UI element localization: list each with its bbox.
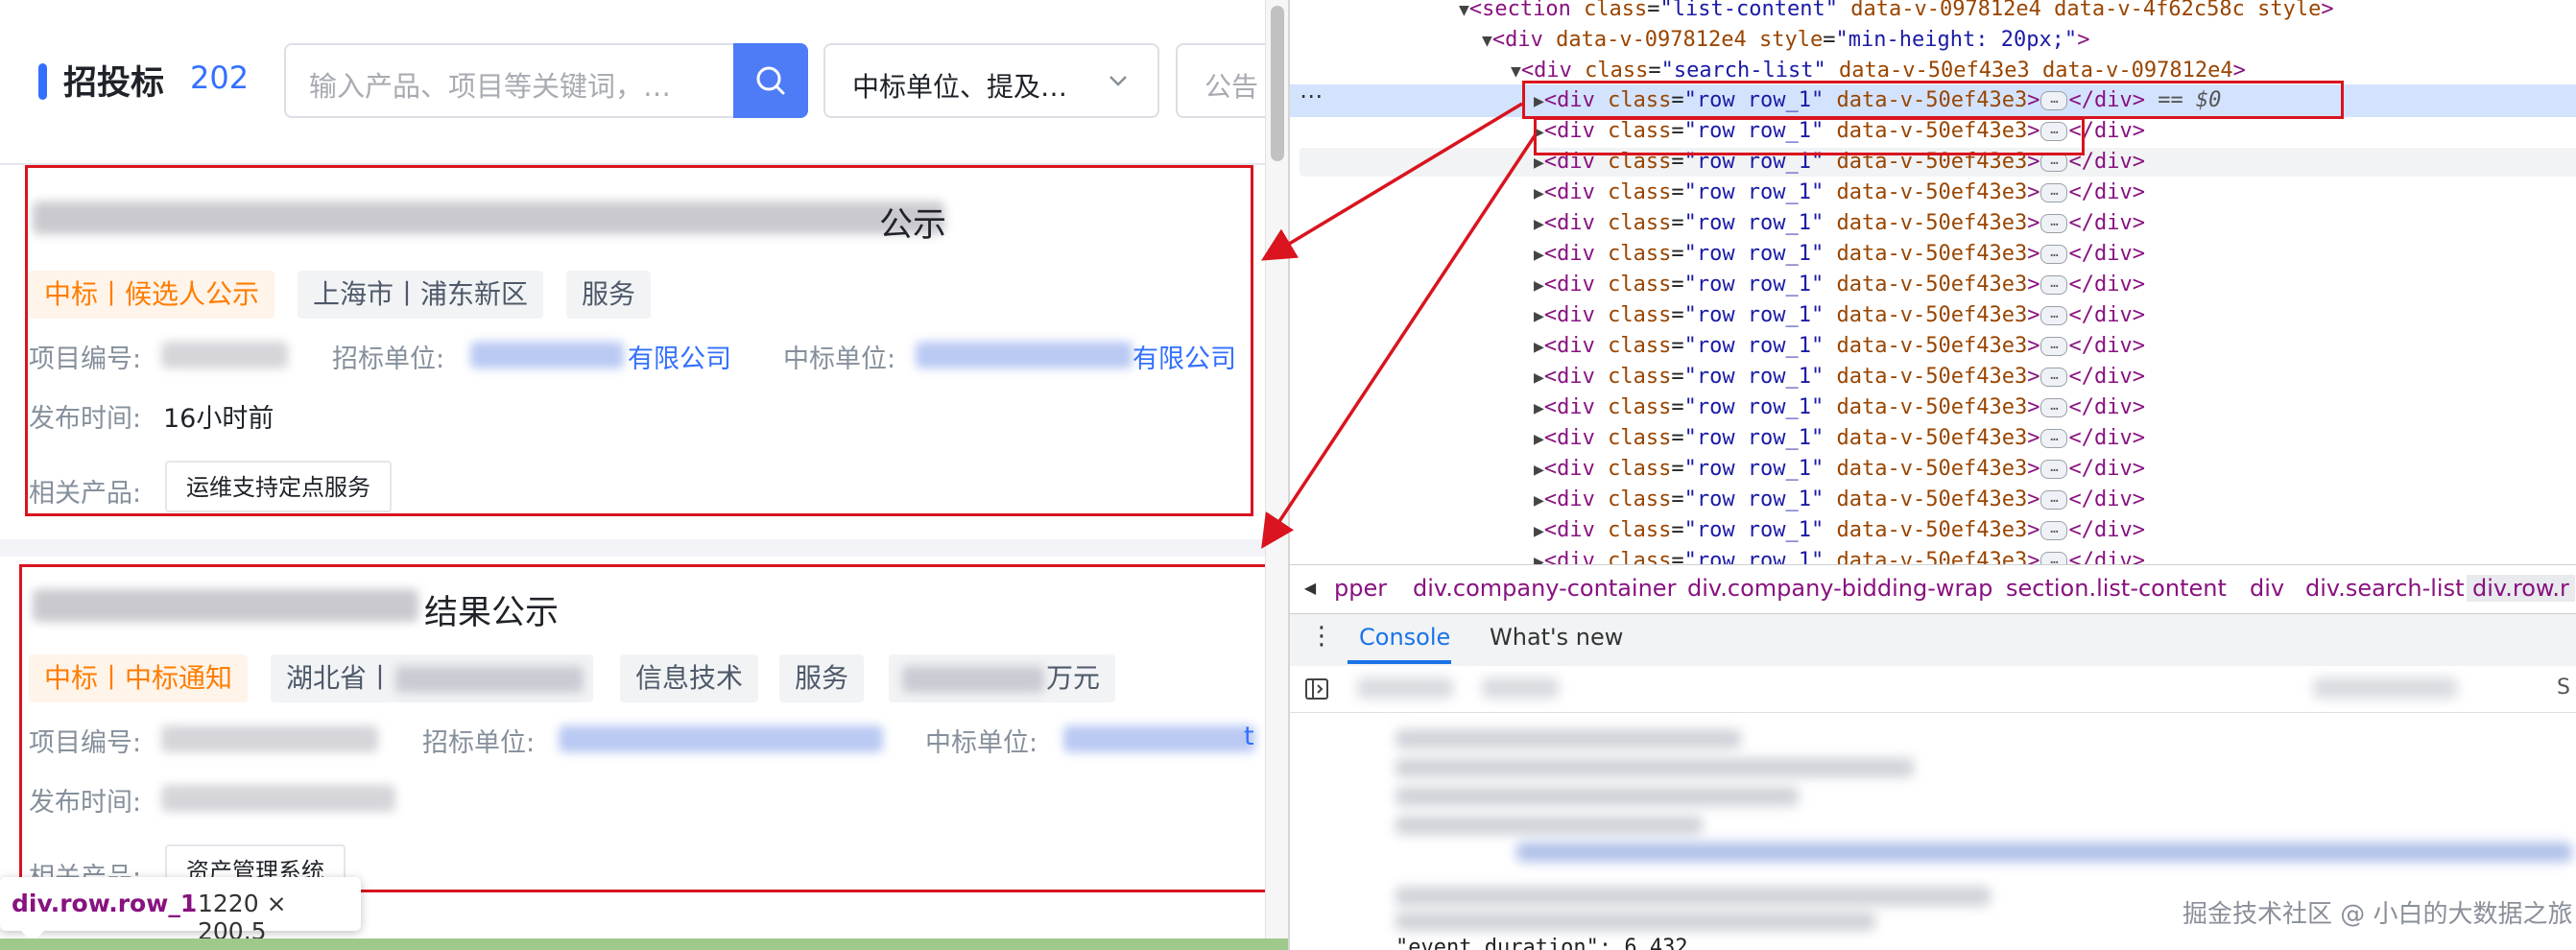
breadcrumb-scroll-left-icon[interactable]: ◀ bbox=[1298, 575, 1323, 602]
console-toolbar: S bbox=[1290, 666, 2576, 713]
redacted-console-filter bbox=[1357, 677, 1453, 699]
dom-node-row[interactable]: ▶<div class="row row_1" data-v-50ef43e3>… bbox=[1534, 392, 2145, 423]
dom-node-row[interactable]: ▶<div class="row row_1" data-v-50ef43e3>… bbox=[1534, 423, 2145, 454]
breadcrumb-item[interactable]: div bbox=[2250, 575, 2284, 602]
search-placeholder: 输入产品、项目等关键词，… bbox=[309, 70, 672, 103]
ellipsis-icon[interactable]: … bbox=[2040, 490, 2068, 510]
breadcrumb-item[interactable]: div.company-bidding-wrap bbox=[1687, 575, 1992, 602]
page-header: 招投标 202 输入产品、项目等关键词，… 中标单位、提及… 公告 bbox=[0, 0, 1265, 165]
ellipsis-icon[interactable]: … bbox=[2040, 214, 2068, 233]
page-bottom-strip bbox=[0, 938, 1288, 950]
redacted-console-level bbox=[2313, 677, 2457, 699]
dom-node-row[interactable]: ▶<div class="row row_1" data-v-50ef43e3>… bbox=[1534, 300, 2145, 331]
expand-triangle-icon[interactable]: ▼ bbox=[1459, 0, 1469, 20]
ellipsis-icon[interactable]: … bbox=[2040, 460, 2068, 479]
tooltip-selector: div.row.row_1 bbox=[12, 890, 198, 917]
more-options-icon[interactable]: ⋮ bbox=[1309, 622, 1334, 651]
search-input[interactable]: 输入产品、项目等关键词，… bbox=[284, 43, 733, 118]
console-settings-cut: S bbox=[2557, 676, 2570, 700]
dom-node-row[interactable]: ▶<div class="row row_1" data-v-50ef43e3>… bbox=[1534, 270, 2145, 300]
redacted-console-line bbox=[1395, 787, 1799, 806]
collapse-triangle-icon[interactable]: ▶ bbox=[1534, 214, 1544, 234]
ellipsis-icon[interactable]: … bbox=[2040, 153, 2068, 172]
chevron-down-icon bbox=[1109, 76, 1127, 86]
node-actions-icon[interactable]: ⋯ bbox=[1300, 83, 1323, 109]
expand-triangle-icon[interactable]: ▼ bbox=[1482, 31, 1492, 51]
filter-dropdown-value: 中标单位、提及… bbox=[852, 71, 1068, 103]
collapse-triangle-icon[interactable]: ▶ bbox=[1534, 398, 1544, 418]
tab-whats-new[interactable]: What's new bbox=[1490, 624, 1623, 651]
collapse-triangle-icon[interactable]: ▶ bbox=[1534, 460, 1544, 480]
breadcrumb-item[interactable]: pper bbox=[1334, 575, 1387, 602]
devtools-panel: ⋯ ▼<section class="list-content" data-v-… bbox=[1288, 0, 2576, 950]
breadcrumb-item[interactable]: div.company-container bbox=[1413, 575, 1676, 602]
annotation-box-card-2 bbox=[19, 564, 1271, 892]
ellipsis-icon[interactable]: … bbox=[2040, 337, 2068, 356]
redacted-console-line bbox=[1395, 729, 1741, 748]
ellipsis-icon[interactable]: … bbox=[2040, 429, 2068, 448]
notice-type-select-value: 公告 bbox=[1205, 71, 1259, 103]
redacted-console-filter bbox=[1482, 677, 1559, 699]
dom-node-section[interactable]: ▼<section class="list-content" data-v-09… bbox=[1459, 0, 2334, 25]
breadcrumb-item[interactable]: div.search-list bbox=[2305, 575, 2465, 602]
title-accent-bar bbox=[38, 63, 47, 100]
collapse-triangle-icon[interactable]: ▶ bbox=[1534, 521, 1544, 541]
ellipsis-icon[interactable]: … bbox=[2040, 398, 2068, 417]
redacted-console-link bbox=[1516, 843, 2572, 862]
console-output-line: "event_duration": 6.432 bbox=[1395, 936, 1688, 950]
dom-node-row[interactable]: ▶<div class="row row_1" data-v-50ef43e3>… bbox=[1534, 485, 2145, 515]
notice-type-select[interactable]: 公告 bbox=[1176, 43, 1265, 118]
result-count: 202 bbox=[190, 59, 250, 96]
ellipsis-icon[interactable]: … bbox=[2040, 245, 2068, 264]
dom-node-div[interactable]: ▼<div data-v-097812e4 style="min-height:… bbox=[1482, 25, 2089, 56]
collapse-triangle-icon[interactable]: ▶ bbox=[1534, 368, 1544, 388]
dom-node-row[interactable]: ▶<div class="row row_1" data-v-50ef43e3>… bbox=[1534, 178, 2145, 208]
page-scrollbar-thumb[interactable] bbox=[1271, 6, 1284, 161]
sidebar-toggle-icon[interactable] bbox=[1303, 676, 1330, 702]
filter-dropdown[interactable]: 中标单位、提及… bbox=[823, 43, 1159, 118]
ellipsis-icon[interactable]: … bbox=[2040, 368, 2068, 387]
dom-node-row[interactable]: ▶<div class="row row_1" data-v-50ef43e3>… bbox=[1534, 331, 2145, 362]
dom-node-row[interactable]: ▶<div class="row row_1" data-v-50ef43e3>… bbox=[1534, 239, 2145, 270]
watermark: 掘金技术社区 @ 小白的大数据之旅 bbox=[2182, 900, 2573, 929]
ellipsis-icon[interactable]: … bbox=[2040, 183, 2068, 202]
dom-node-row[interactable]: ▶<div class="row row_1" data-v-50ef43e3>… bbox=[1534, 362, 2145, 392]
ellipsis-icon[interactable]: … bbox=[2040, 306, 2068, 325]
search-icon bbox=[756, 66, 785, 95]
ellipsis-icon[interactable]: … bbox=[2040, 275, 2068, 295]
annotation-box-next-node bbox=[1534, 117, 2085, 155]
redacted-console-line bbox=[1395, 912, 1875, 931]
breadcrumb-item-selected[interactable]: div.row.r bbox=[2467, 575, 2575, 602]
annotation-box-selected-node bbox=[1522, 81, 2344, 119]
collapse-triangle-icon[interactable]: ▶ bbox=[1534, 183, 1544, 203]
collapse-triangle-icon[interactable]: ▶ bbox=[1534, 490, 1544, 511]
dom-node-row[interactable]: ▶<div class="row row_1" data-v-50ef43e3>… bbox=[1534, 515, 2145, 546]
redacted-console-line bbox=[1395, 816, 1703, 835]
ellipsis-icon[interactable]: … bbox=[2040, 521, 2068, 540]
page-title: 招投标 bbox=[63, 64, 165, 103]
element-inspector-tooltip: div.row.row_1 1220 × 200.5 bbox=[0, 877, 361, 945]
dom-node-row[interactable]: ▶<div class="row row_1" data-v-50ef43e3>… bbox=[1534, 208, 2145, 239]
collapse-triangle-icon[interactable]: ▶ bbox=[1534, 153, 1544, 173]
search-button[interactable] bbox=[733, 43, 808, 118]
redacted-console-line bbox=[1395, 758, 1914, 777]
breadcrumb-item[interactable]: section.list-content bbox=[2006, 575, 2227, 602]
card-separator bbox=[0, 539, 1265, 557]
tab-console[interactable]: Console bbox=[1349, 624, 1460, 651]
tooltip-dimensions: 1220 × 200.5 bbox=[198, 890, 287, 945]
active-tab-indicator bbox=[1348, 660, 1451, 664]
dom-node-row[interactable]: ▶<div class="row row_1" data-v-50ef43e3>… bbox=[1534, 454, 2145, 485]
dom-breadcrumb-bar: ◀ pper div.company-container div.company… bbox=[1290, 564, 2576, 614]
drawer-tab-bar: ⋮ Console What's new bbox=[1290, 614, 2576, 667]
collapse-triangle-icon[interactable]: ▶ bbox=[1534, 275, 1544, 296]
collapse-triangle-icon[interactable]: ▶ bbox=[1534, 337, 1544, 357]
redacted-console-line bbox=[1395, 887, 1991, 906]
expand-triangle-icon[interactable]: ▼ bbox=[1511, 61, 1521, 82]
collapse-triangle-icon[interactable]: ▶ bbox=[1534, 245, 1544, 265]
collapse-triangle-icon[interactable]: ▶ bbox=[1534, 306, 1544, 326]
collapse-triangle-icon[interactable]: ▶ bbox=[1534, 429, 1544, 449]
annotation-box-card-1 bbox=[25, 165, 1253, 516]
